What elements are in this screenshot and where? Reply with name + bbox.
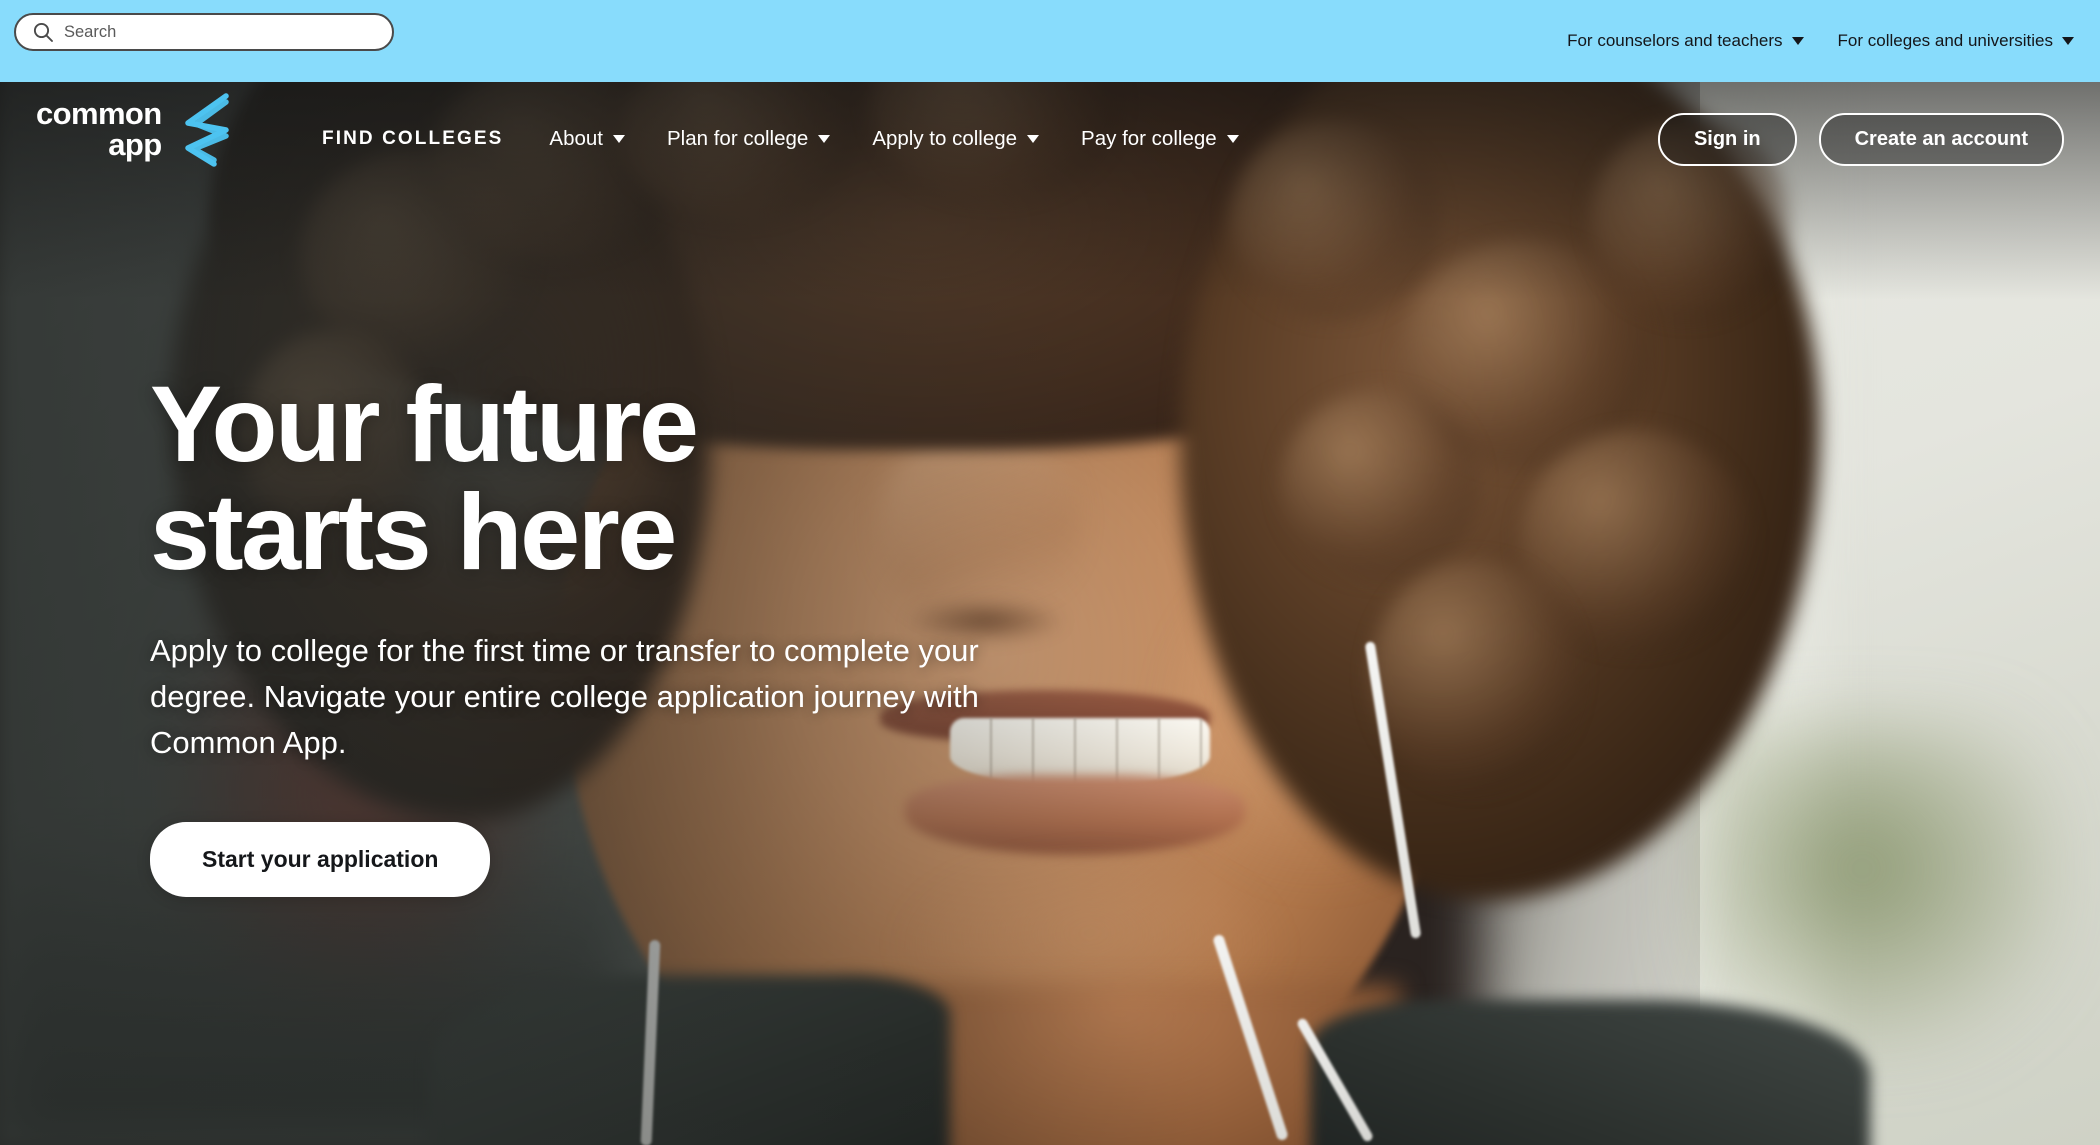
hero-title: Your future starts here: [150, 370, 1110, 586]
chevron-down-icon: [613, 135, 625, 143]
nav-item-find-colleges[interactable]: FIND COLLEGES: [322, 128, 503, 150]
utility-link-colleges-universities[interactable]: For colleges and universities: [1838, 31, 2074, 51]
chevron-down-icon: [1226, 135, 1239, 143]
nav-item-apply-to-college[interactable]: Apply to college: [872, 127, 1040, 151]
main-navigation: common app FIND COLLEGES About Plan for …: [0, 82, 2100, 196]
page-root: For counselors and teachers For colleges…: [0, 0, 2100, 1145]
nav-items: FIND COLLEGES About Plan for college App…: [322, 82, 1281, 196]
chevron-down-icon: [818, 135, 831, 143]
logo-line-1: common: [36, 96, 162, 132]
search-icon: [33, 22, 53, 42]
sign-in-button[interactable]: Sign in: [1657, 112, 1797, 166]
nav-item-plan-for-college[interactable]: Plan for college: [667, 127, 831, 151]
search-input[interactable]: [64, 22, 376, 42]
nav-item-label: Pay for college: [1081, 127, 1217, 150]
nav-item-label: Plan for college: [667, 127, 809, 150]
chevron-down-icon: [2062, 37, 2074, 45]
hero-title-line-1: Your future: [150, 363, 699, 484]
nav-item-about[interactable]: About: [549, 127, 625, 151]
nav-item-label: About: [549, 127, 603, 150]
hero-content: Your future starts here Apply to college…: [150, 370, 1110, 897]
chevron-down-icon: [1791, 37, 1804, 45]
utility-link-label: For colleges and universities: [1837, 31, 2053, 50]
nav-item-label: Apply to college: [872, 127, 1018, 150]
hero-title-line-2: starts here: [150, 471, 677, 592]
chevron-down-icon: [1027, 135, 1040, 143]
common-app-logo[interactable]: common app: [36, 90, 240, 170]
common-app-ribbon-icon: [184, 93, 229, 167]
utility-link-label: For counselors and teachers: [1567, 31, 1783, 50]
hero-subtitle: Apply to college for the first time or t…: [150, 633, 979, 760]
nav-item-pay-for-college[interactable]: Pay for college: [1081, 127, 1239, 151]
utility-links: For counselors and teachers For colleges…: [1567, 0, 2074, 82]
search-box[interactable]: [14, 13, 394, 51]
nav-item-label: FIND COLLEGES: [322, 128, 504, 149]
start-application-button[interactable]: Start your application: [150, 821, 491, 897]
nav-actions: Sign in Create an account: [1657, 82, 2064, 196]
create-account-button[interactable]: Create an account: [1818, 112, 2064, 166]
logo-wordmark: common app: [36, 96, 162, 162]
utility-link-counselors-teachers[interactable]: For counselors and teachers: [1567, 31, 1804, 51]
logo-line-2: app: [108, 127, 162, 162]
utility-bar: For counselors and teachers For colleges…: [0, 0, 2100, 82]
